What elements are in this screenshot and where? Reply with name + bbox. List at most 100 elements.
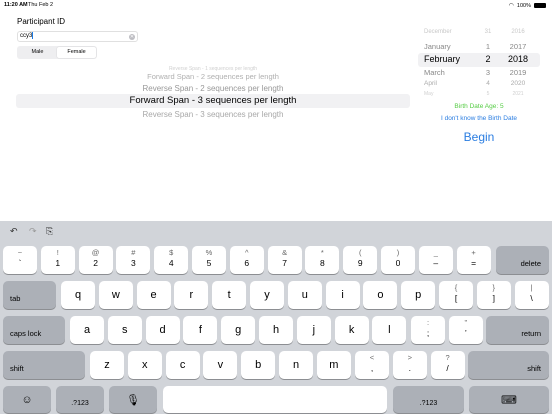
span-option[interactable]: Reverse Span - 2 sequences per length xyxy=(16,84,410,93)
key-][interactable]: }] xyxy=(476,281,511,309)
key-t[interactable]: t xyxy=(212,281,247,309)
key-1[interactable]: ! 1 xyxy=(40,246,75,274)
span-option[interactable] xyxy=(16,122,410,126)
key-’[interactable]: ”’ xyxy=(448,316,483,344)
key-char: 7 xyxy=(282,258,287,268)
key-c[interactable]: c xyxy=(165,351,200,379)
key-f[interactable]: f xyxy=(183,316,218,344)
date-month: January xyxy=(424,42,451,51)
key-r[interactable]: r xyxy=(174,281,209,309)
key-8[interactable]: * 8 xyxy=(305,246,340,274)
key-z[interactable]: z xyxy=(90,351,124,379)
tab-key[interactable]: tab xyxy=(3,281,56,309)
key-7[interactable]: & 7 xyxy=(267,246,302,274)
key-shift-char: # xyxy=(131,248,136,257)
key-`[interactable]: ~ ` xyxy=(3,246,37,274)
status-date: Thu Feb 2 xyxy=(28,2,54,8)
key-6[interactable]: ^ 6 xyxy=(229,246,264,274)
key-;[interactable]: :; xyxy=(411,316,445,344)
key-d[interactable]: d xyxy=(145,316,180,344)
key-v[interactable]: v xyxy=(203,351,238,379)
key-char: ; xyxy=(426,328,430,338)
key-q[interactable]: q xyxy=(61,281,95,309)
date-row[interactable]: May 5 2021 xyxy=(418,91,540,99)
key-char: ’ xyxy=(464,328,467,338)
key-p[interactable]: p xyxy=(401,281,436,309)
key-4[interactable]: $4 xyxy=(154,246,189,274)
span-picker[interactable]: Reverse Span - 1 sequences per length Fo… xyxy=(16,64,410,126)
key-char: \ xyxy=(530,293,533,303)
key-l[interactable]: l xyxy=(372,316,407,344)
numbers-right-key[interactable]: .?123 xyxy=(393,386,464,413)
dont-know-birth-date-link[interactable]: I don't know the Birth Date xyxy=(418,115,540,122)
key-a[interactable]: a xyxy=(70,316,104,344)
date-day: 1 xyxy=(485,42,491,51)
key-[[interactable]: {[ xyxy=(439,281,473,309)
span-option[interactable]: Reverse Span - 3 sequences per length xyxy=(16,110,410,119)
date-row[interactable]: December 31 2016 xyxy=(418,29,540,41)
key-9[interactable]: (9 xyxy=(343,246,378,274)
key-/[interactable]: ? / xyxy=(430,351,465,379)
key-5[interactable]: % 5 xyxy=(192,246,226,274)
undo-icon[interactable]: ↶ xyxy=(10,226,18,237)
redo-icon[interactable]: ↷ xyxy=(29,226,37,237)
key-shift-char: | xyxy=(530,283,533,292)
key-char: k xyxy=(348,324,355,336)
key-–[interactable]: _ – xyxy=(418,246,453,274)
key-char: z xyxy=(104,359,110,371)
key-n[interactable]: n xyxy=(279,351,313,379)
return-key[interactable]: return xyxy=(486,316,549,344)
key-char: s xyxy=(122,324,128,336)
key-x[interactable]: x xyxy=(127,351,162,379)
key-0[interactable]: ) 0 xyxy=(381,246,415,274)
key-s[interactable]: s xyxy=(107,316,142,344)
participant-id-input[interactable]: ccy3 ✕ xyxy=(17,31,138,42)
key-k[interactable]: k xyxy=(334,316,369,344)
begin-button[interactable]: Begin xyxy=(418,130,540,144)
date-row[interactable]: March 3 2019 xyxy=(418,68,540,80)
gender-segmented-control[interactable]: Male Female xyxy=(17,46,97,59)
delete-key[interactable]: delete xyxy=(496,246,549,274)
key-b[interactable]: b xyxy=(241,351,276,379)
clear-icon[interactable]: ✕ xyxy=(129,33,135,40)
span-option[interactable]: Forward Span - 2 sequences per length xyxy=(16,72,410,81)
key-char: ` xyxy=(18,258,22,268)
gender-male-option[interactable]: Male xyxy=(18,47,57,58)
key-char: ⌨ xyxy=(501,394,517,406)
key-char: v xyxy=(217,359,224,371)
caps-lock-key[interactable]: caps lock xyxy=(3,316,65,344)
key-j[interactable]: j xyxy=(296,316,331,344)
key-2[interactable]: @2 xyxy=(78,246,113,274)
key-w[interactable]: w xyxy=(98,281,133,309)
paste-icon[interactable]: ⎘ xyxy=(46,226,53,237)
numbers-left-key[interactable]: .?123 xyxy=(56,386,104,413)
key-char: f xyxy=(198,324,202,336)
key-o[interactable]: o xyxy=(363,281,398,309)
key-=[interactable]: + = xyxy=(456,246,491,274)
space-key[interactable] xyxy=(163,386,387,413)
gender-female-option[interactable]: Female xyxy=(57,47,96,58)
keyboard-dismiss-key[interactable]: ⌨ xyxy=(469,386,549,413)
key-g[interactable]: g xyxy=(221,316,256,344)
key-i[interactable]: i xyxy=(325,281,360,309)
dictation-key[interactable]: 🎙 xyxy=(109,386,157,413)
key-.[interactable]: >. xyxy=(392,351,427,379)
date-year: 2018 xyxy=(507,54,529,64)
date-row[interactable]: January 1 2017 xyxy=(418,42,540,54)
shift-right-key[interactable]: shift xyxy=(468,351,549,379)
shift-left-key[interactable]: shift xyxy=(3,351,85,379)
key-\[interactable]: | \ xyxy=(514,281,549,309)
emoji-key[interactable]: ☺ xyxy=(3,386,51,413)
key-m[interactable]: m xyxy=(316,351,351,379)
key-char: i xyxy=(341,289,344,301)
key-e[interactable]: e xyxy=(136,281,171,309)
date-row-selected[interactable]: February 2 2018 xyxy=(418,54,540,66)
key-,[interactable]: <, xyxy=(355,351,389,379)
span-option-selected[interactable]: Forward Span - 3 sequences per length xyxy=(16,94,410,108)
key-3[interactable]: #3 xyxy=(116,246,151,274)
key-y[interactable]: y xyxy=(250,281,284,309)
birth-date-picker[interactable]: December 31 2016 January 1 2017 February 2 2018 M… xyxy=(418,25,540,99)
key-u[interactable]: u xyxy=(287,281,322,309)
key-h[interactable]: h xyxy=(259,316,293,344)
keyboard: ↶ ↷ ⎘ ~ `! 1 @2 #3 $4% 5 ^ 6 & 7 * 8(9) 0 _ – + = delete ta… xyxy=(0,221,552,414)
